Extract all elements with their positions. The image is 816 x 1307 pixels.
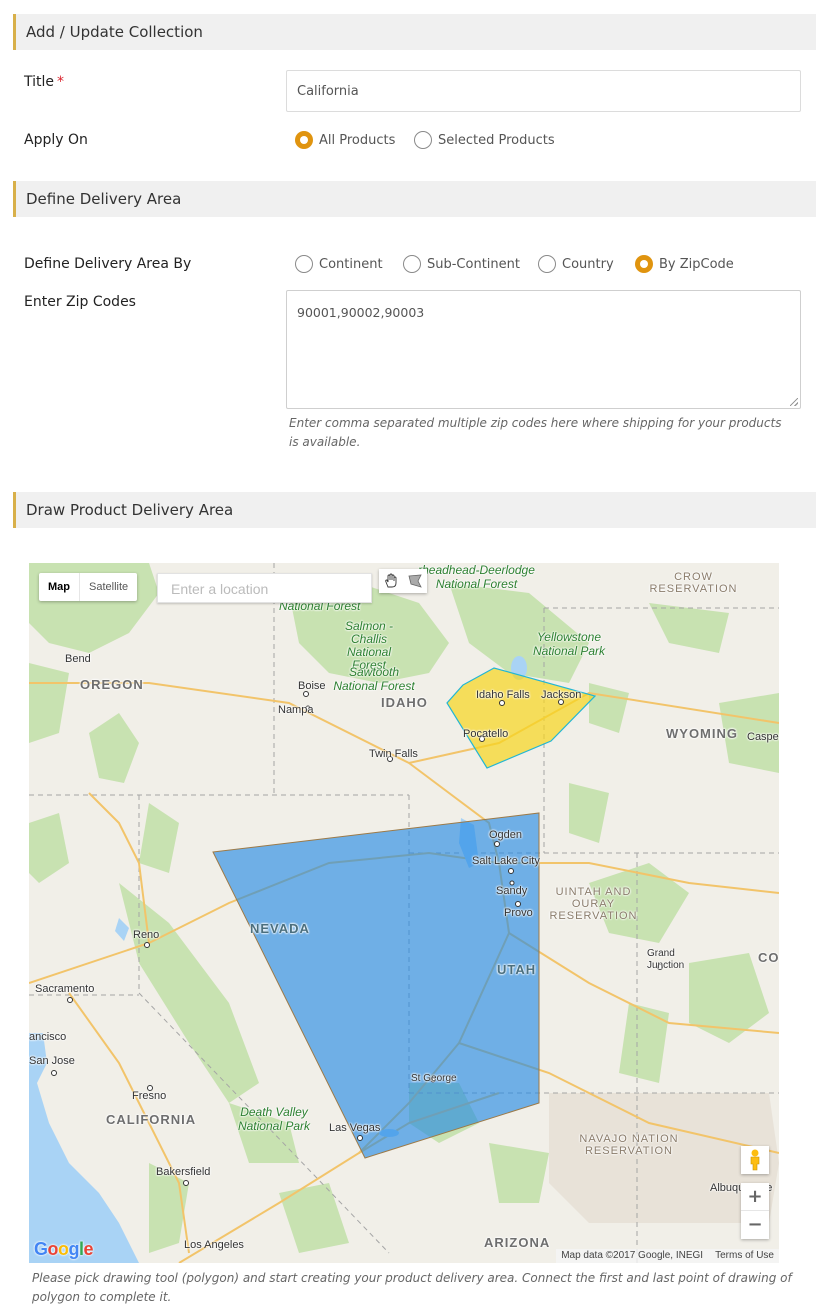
google-logo: Google — [34, 1239, 94, 1259]
required-mark: * — [57, 74, 65, 90]
map-data-attribution: Map data ©2017 Google, INEGI — [561, 1250, 704, 1261]
title-label-text: Title — [24, 74, 55, 90]
map-type-map-button[interactable]: Map — [39, 573, 80, 601]
radio-checked-icon[interactable] — [635, 255, 653, 273]
map-reservation-crow: CROW RESERVATION — [649, 571, 738, 595]
map-city-casper: Casper — [747, 731, 779, 743]
map-city-sandy: Sandy — [496, 885, 528, 897]
zip-codes-value: 90001,90002,90003 — [297, 305, 425, 320]
radio-country-label: Country — [562, 256, 614, 272]
map-city-fresno: Fresno — [132, 1090, 167, 1102]
radio-unchecked-icon[interactable] — [538, 255, 556, 273]
map-city-boise: Boise — [298, 680, 326, 692]
map-city-twin-falls: Twin Falls — [369, 748, 418, 760]
radio-all-products[interactable]: All Products — [295, 131, 395, 149]
map-state-california: CALIFORNIA — [106, 1112, 197, 1127]
map-reservation-navajo: NAVAJO NATION RESERVATION — [579, 1133, 679, 1157]
area-by-label: Define Delivery Area By — [24, 256, 192, 272]
title-input[interactable]: California — [286, 70, 801, 112]
radio-country[interactable]: Country — [538, 255, 614, 273]
map-city-reno: Reno — [133, 929, 160, 941]
map-city-bakersfield: Bakersfield — [156, 1166, 211, 1178]
map-city-st-george: St George — [411, 1073, 457, 1084]
radio-unchecked-icon[interactable] — [403, 255, 421, 273]
map-city-ancisco: ancisco — [29, 1031, 67, 1043]
hand-icon[interactable] — [379, 569, 403, 593]
map-city-sacramento: Sacramento — [35, 983, 95, 995]
map-park-sawtooth: Sawtooth National Forest — [333, 665, 415, 693]
radio-selected-products[interactable]: Selected Products — [414, 131, 555, 149]
apply-on-label: Apply On — [24, 132, 88, 148]
zoom-control: + − — [741, 1183, 769, 1239]
resize-grip-icon[interactable] — [790, 398, 798, 406]
zip-codes-textarea[interactable]: 90001,90002,90003 — [286, 290, 801, 409]
map-state-utah: UTAH — [497, 962, 537, 977]
map-city-san-jose: San Jose — [29, 1055, 75, 1067]
radio-by-zipcode[interactable]: By ZipCode — [635, 255, 734, 273]
map-search-input[interactable]: Enter a location — [157, 573, 372, 603]
radio-all-products-label: All Products — [319, 132, 396, 148]
map-city-nampa: Nampa — [278, 704, 314, 716]
map-city-jackson: Jackson — [541, 689, 582, 701]
radio-unchecked-icon[interactable] — [414, 131, 432, 149]
map-city-provo: Provo — [504, 907, 533, 919]
map-state-arizona: ARIZONA — [484, 1235, 551, 1250]
radio-sub-continent[interactable]: Sub-Continent — [403, 255, 520, 273]
map-park-deerlodge: rheadhead-Deerlodge National Forest — [418, 563, 535, 591]
title-label: Title * — [24, 74, 64, 90]
map-city-grand-junction: Grand Junction — [647, 948, 685, 971]
radio-continent[interactable]: Continent — [295, 255, 383, 273]
polygon-icon[interactable] — [403, 569, 427, 593]
map-city-bend: Bend — [65, 653, 91, 665]
zip-codes-label: Enter Zip Codes — [24, 294, 136, 310]
radio-checked-icon[interactable] — [295, 131, 313, 149]
map-state-wyoming: WYOMING — [666, 726, 738, 741]
radio-by-zipcode-label: By ZipCode — [659, 256, 734, 272]
delivery-map[interactable]: OREGON IDAHO WYOMING NEVADA UTAH CALIFOR… — [29, 563, 779, 1263]
map-city-los-angeles: Los Angeles — [184, 1239, 244, 1251]
map-type-satellite-button[interactable]: Satellite — [80, 573, 137, 601]
radio-selected-products-label: Selected Products — [438, 132, 555, 148]
pegman-icon[interactable] — [741, 1146, 769, 1174]
map-attribution: Map data ©2017 Google, INEGI Terms of Us… — [556, 1249, 779, 1263]
map-state-nevada: NEVADA — [250, 921, 310, 936]
map-city-ogden: Ogden — [489, 829, 523, 841]
map-state-oregon: OREGON — [80, 677, 144, 692]
radio-unchecked-icon[interactable] — [295, 255, 313, 273]
map-state-idaho: IDAHO — [381, 695, 428, 710]
map-type-control: Map Satellite — [39, 573, 138, 601]
map-reservation-uintah: UINTAH AND OURAY RESERVATION — [549, 886, 638, 922]
map-city-idaho-falls: Idaho Falls — [476, 689, 530, 701]
terms-of-use-link[interactable]: Terms of Use — [715, 1249, 774, 1263]
zip-codes-help: Enter comma separated multiple zip codes… — [289, 416, 782, 449]
map-park-death-valley: Death Valley National Park — [237, 1105, 311, 1133]
radio-sub-continent-label: Sub-Continent — [427, 256, 520, 272]
map-city-las-vegas: Las Vegas — [329, 1122, 381, 1134]
zoom-in-button[interactable]: + — [741, 1183, 769, 1211]
radio-continent-label: Continent — [319, 256, 383, 272]
drawing-toolbar — [379, 569, 427, 593]
map-park-yellowstone: Yellowstone National Park — [532, 630, 606, 658]
map-help-text: Please pick drawing tool (polygon) and s… — [32, 1271, 792, 1304]
map-city-salt-lake-city: Salt Lake City — [472, 855, 540, 867]
map-state-co: CO — [758, 950, 779, 965]
map-city-pocatello: Pocatello — [463, 728, 509, 740]
section-header-collection: Add / Update Collection — [13, 14, 816, 50]
zoom-out-button[interactable]: − — [741, 1211, 769, 1239]
section-header-draw: Draw Product Delivery Area — [13, 492, 816, 528]
section-header-delivery: Define Delivery Area — [13, 181, 816, 217]
